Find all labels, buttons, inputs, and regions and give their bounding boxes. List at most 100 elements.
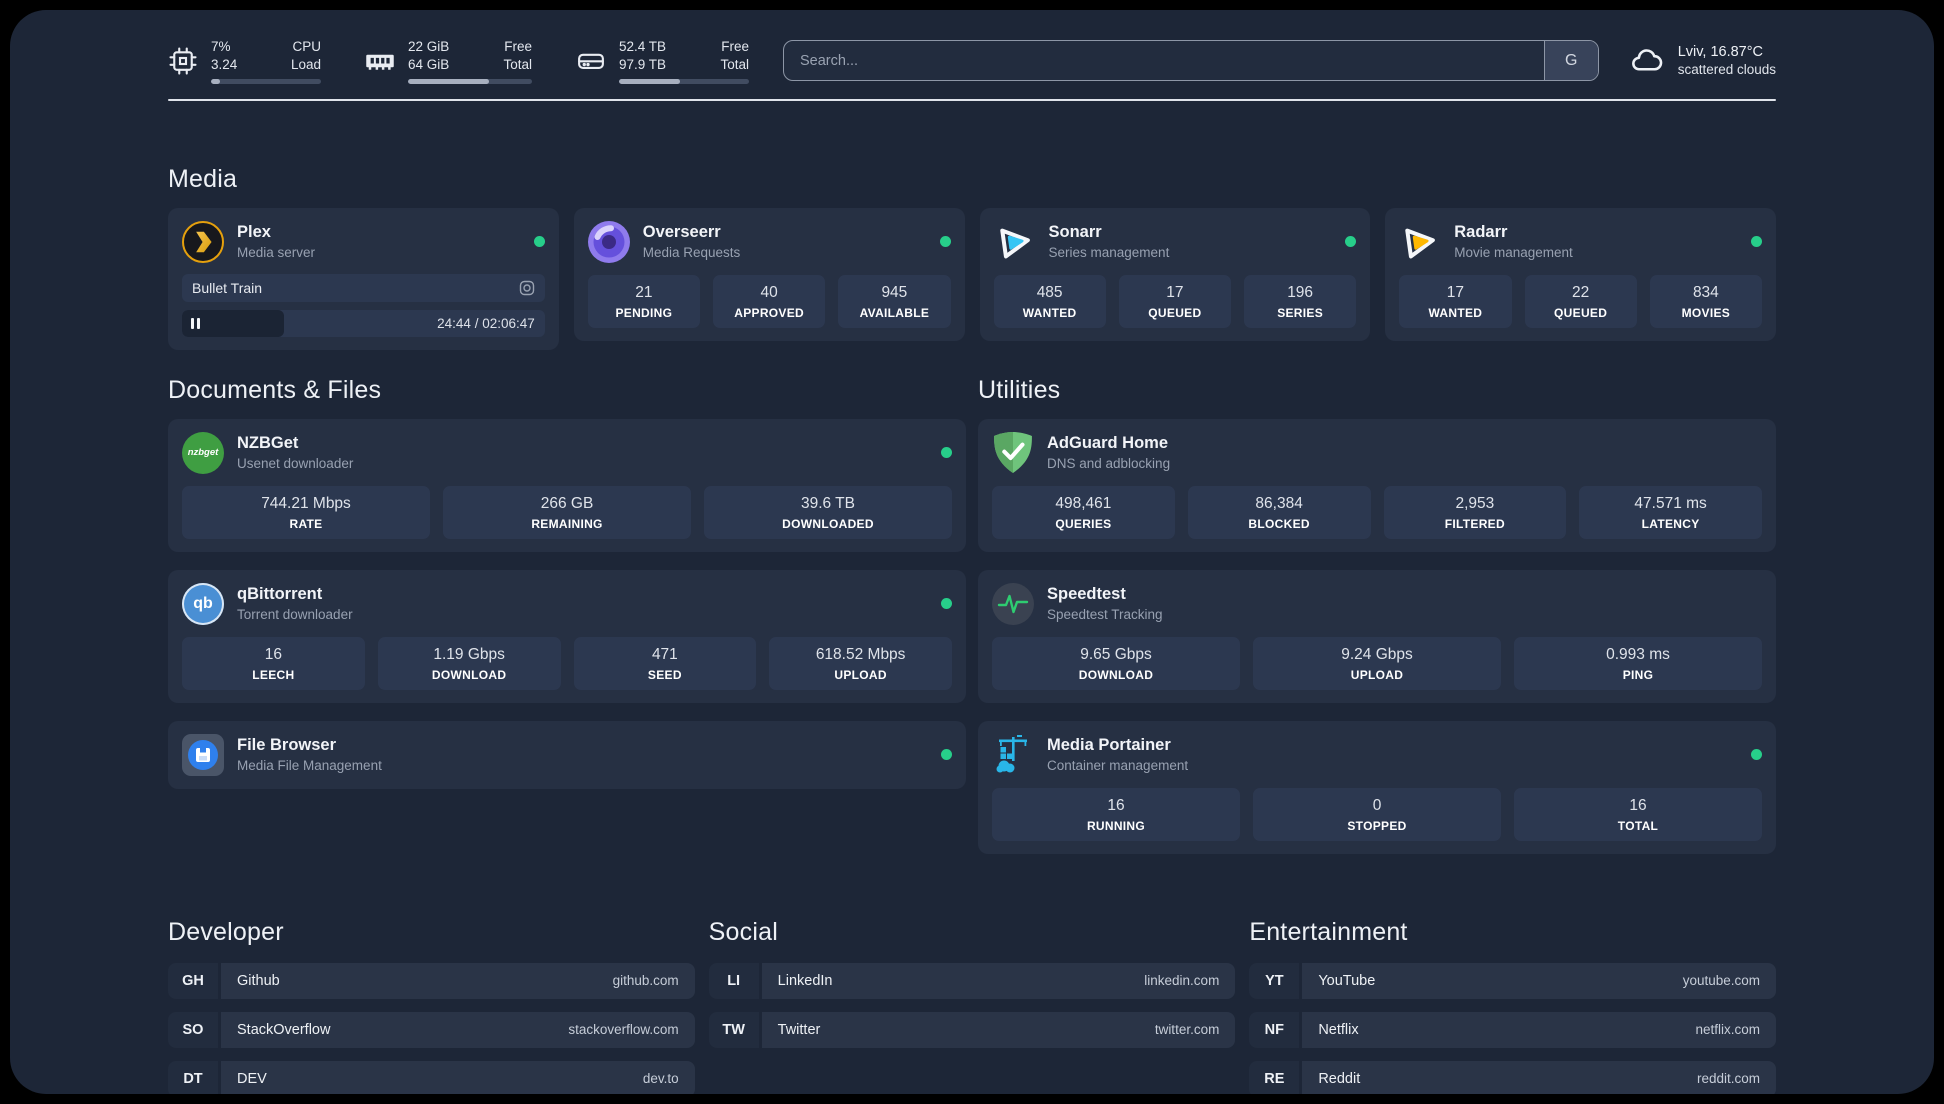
adguard-icon <box>992 432 1034 474</box>
nzbget-app-link[interactable]: nzbget NZBGet Usenet downloader <box>182 431 952 474</box>
bookmark-name: Netflix <box>1318 1021 1359 1038</box>
memory-widget: 22 GiB 64 GiB Free Total <box>365 38 532 84</box>
app-subtitle: Container management <box>1047 758 1189 774</box>
disk-progress-track <box>619 78 749 84</box>
resource-widgets: 7% 3.24 CPU Load 22 GiB 64 GiB Free Tota… <box>168 38 749 84</box>
speedtest-app-link[interactable]: Speedtest Speedtest Tracking <box>992 582 1762 625</box>
sonarr-card: Sonarr Series management 485 WANTED 17 QUE… <box>979 207 1371 341</box>
portainer-icon <box>992 734 1034 776</box>
cloud-icon <box>1629 43 1665 79</box>
cpu-label-2: Load <box>290 56 321 72</box>
topbar-divider <box>168 98 1776 101</box>
bookmark-name: DEV <box>237 1070 267 1087</box>
app-title: AdGuard Home <box>1047 434 1169 453</box>
playback-elapsed <box>182 309 284 337</box>
bookmark-reddit[interactable]: RE Reddit reddit.com <box>1249 1060 1776 1094</box>
stat-block: 0 STOPPED <box>1253 787 1501 841</box>
camera-lens-icon <box>519 280 535 296</box>
bookmark-group-developer: Developer GH Github github.com SO StackOv… <box>168 918 695 1094</box>
app-subtitle: DNS and adblocking <box>1047 456 1171 472</box>
bookmark-abbr: SO <box>168 1011 218 1048</box>
app-title: qBittorrent <box>237 585 323 604</box>
section-title-utilities: Utilities <box>978 375 1061 404</box>
bookmark-dev[interactable]: DT DEV dev.to <box>168 1060 695 1094</box>
bookmark-netflix[interactable]: NF Netflix netflix.com <box>1249 1011 1776 1048</box>
stat-block: 266 GB REMAINING <box>443 485 691 539</box>
bookmark-twitter[interactable]: TW Twitter twitter.com <box>708 1011 1236 1048</box>
disk-label-2: Total <box>720 56 749 72</box>
pause-icon[interactable] <box>191 317 200 329</box>
search-bar: G <box>783 40 1599 82</box>
search-provider-button[interactable]: G <box>1543 41 1598 81</box>
memory-free: 22 GiB <box>408 39 450 54</box>
qbittorrent-app-link[interactable]: qb qBittorrent Torrent downloader <box>182 582 952 625</box>
bookmark-abbr: NF <box>1249 1011 1300 1048</box>
qbittorrent-card: qb qBittorrent Torrent downloader 16 LEEC… <box>168 569 966 703</box>
filebrowser-app-link[interactable]: File Browser Media File Management <box>182 733 952 776</box>
stat-block: 47.571 ms LATENCY <box>1579 485 1762 539</box>
adguard-card: AdGuard Home DNS and adblocking 498,461 Q… <box>978 418 1776 552</box>
bookmark-linkedin[interactable]: LI LinkedIn linkedin.com <box>708 962 1236 999</box>
bookmark-abbr: RE <box>1249 1060 1300 1094</box>
app-title: Plex <box>237 223 271 242</box>
radarr-card: Radarr Movie management 17 WANTED 22 QUEUE… <box>1385 207 1776 341</box>
radarr-app-link[interactable]: Radarr Movie management <box>1399 221 1762 263</box>
playback-time: 24:44 / 02:06:47 <box>437 315 535 331</box>
cpu-label-1: CPU <box>292 39 321 54</box>
memory-total: 64 GiB <box>408 56 450 72</box>
app-subtitle: Media Requests <box>642 245 741 261</box>
stat-block: 485 WANTED <box>993 274 1106 328</box>
search-input[interactable] <box>784 41 1544 81</box>
status-dot <box>1751 749 1762 761</box>
stat-block: 17 WANTED <box>1399 274 1512 328</box>
stat-block: 196 SERIES <box>1244 274 1357 328</box>
section-title-media: Media <box>168 164 238 193</box>
bookmark-abbr: YT <box>1249 962 1300 999</box>
bookmark-abbr: LI <box>708 962 759 999</box>
section-title-entertainment: Entertainment <box>1249 917 1408 946</box>
stat-block: 16 RUNNING <box>992 787 1240 841</box>
memory-icon <box>365 46 395 76</box>
disk-free: 52.4 TB <box>619 39 667 54</box>
bookmark-url: github.com <box>612 973 679 989</box>
bookmark-stackoverflow[interactable]: SO StackOverflow stackoverflow.com <box>168 1011 695 1048</box>
bookmark-name: Github <box>237 972 280 989</box>
portainer-app-link[interactable]: Media Portainer Container management <box>992 734 1762 776</box>
overseerr-app-link[interactable]: Overseerr Media Requests <box>587 220 951 263</box>
stat-block: 498,461 QUERIES <box>992 485 1175 539</box>
dashboard-panel: 7% 3.24 CPU Load 22 GiB 64 GiB Free Tota… <box>10 10 1934 1094</box>
disk-icon <box>576 46 606 76</box>
documents-column: Documents & Files nzbget NZBGet Usenet d… <box>168 376 966 789</box>
plex-app-link[interactable]: Plex Media server <box>182 220 545 263</box>
bookmark-group-entertainment: Entertainment YT YouTube youtube.com NF N… <box>1249 918 1776 1094</box>
status-dot <box>533 236 545 248</box>
bookmark-url: twitter.com <box>1154 1022 1220 1038</box>
radarr-icon <box>1399 221 1441 263</box>
weather-condition: scattered clouds <box>1677 62 1776 78</box>
nzbget-icon: nzbget <box>182 431 224 474</box>
stat-block: 0.993 ms PING <box>1514 636 1762 690</box>
status-dot <box>941 749 952 761</box>
bookmark-url: stackoverflow.com <box>568 1022 679 1038</box>
cpu-progress-fill <box>211 78 220 84</box>
bookmark-abbr: TW <box>708 1011 759 1048</box>
speedtest-card: Speedtest Speedtest Tracking 9.65 Gbps DO… <box>978 569 1776 703</box>
disk-label-1: Free <box>721 39 749 54</box>
bookmark-github[interactable]: GH Github github.com <box>168 962 695 999</box>
disk-total: 97.9 TB <box>619 56 667 72</box>
app-subtitle: Usenet downloader <box>237 456 354 472</box>
plex-card: Plex Media server Bullet Train 24:44 / 0… <box>168 207 559 350</box>
adguard-app-link[interactable]: AdGuard Home DNS and adblocking <box>992 432 1762 474</box>
weather-location-temp: Lviv, 16.87°C <box>1677 44 1764 61</box>
stat-block: 945 AVAILABLE <box>838 274 951 328</box>
status-dot <box>939 236 951 248</box>
app-title: Speedtest <box>1047 585 1126 604</box>
sonarr-app-link[interactable]: Sonarr Series management <box>994 221 1357 263</box>
app-title: Media Portainer <box>1047 736 1171 755</box>
bookmark-url: linkedin.com <box>1144 973 1220 989</box>
stat-block: 40 APPROVED <box>713 274 826 328</box>
stat-block: 16 TOTAL <box>1514 787 1762 841</box>
bookmark-name: StackOverflow <box>237 1021 331 1038</box>
stat-block: 9.65 Gbps DOWNLOAD <box>992 636 1240 690</box>
bookmark-youtube[interactable]: YT YouTube youtube.com <box>1249 962 1776 999</box>
